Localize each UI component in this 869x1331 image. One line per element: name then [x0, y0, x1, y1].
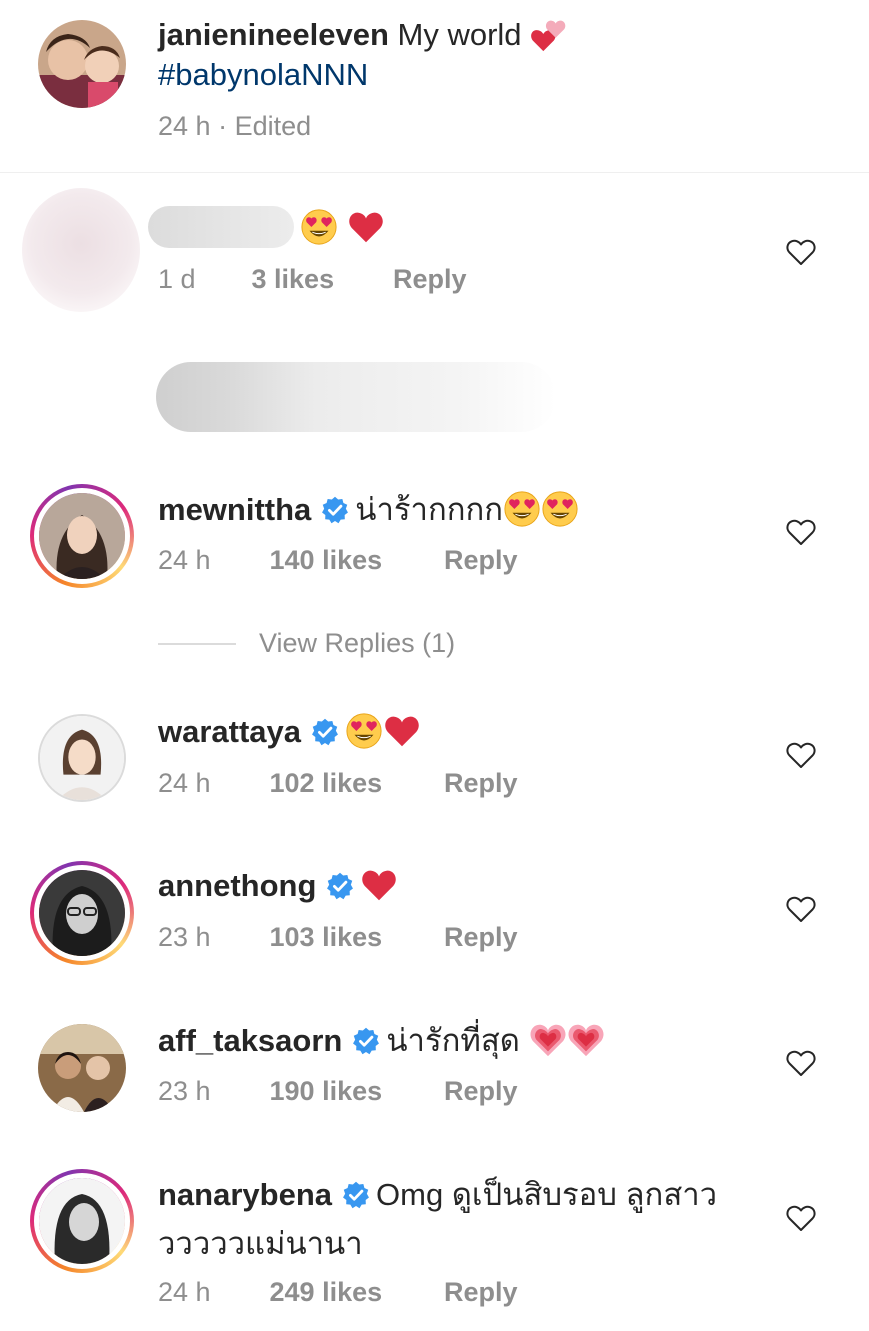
- reply-button[interactable]: Reply: [444, 922, 518, 953]
- red-heart-icon: [347, 208, 385, 246]
- comment-time: 24 h: [158, 545, 211, 575]
- caption-username[interactable]: janienineeleven: [158, 17, 389, 52]
- comment-meta: 23 h 103 likes Reply: [158, 922, 518, 953]
- comment-time: 1 d: [158, 264, 196, 294]
- likes-count[interactable]: 3 likes: [252, 264, 386, 295]
- profile-photo: [39, 493, 125, 579]
- caption-time: 24 h: [158, 111, 211, 141]
- growing-heart-icon: [567, 1021, 605, 1059]
- blurred-reply: [156, 362, 556, 432]
- comment-meta: 24 h 102 likes Reply: [158, 768, 518, 799]
- likes-count[interactable]: 103 likes: [270, 922, 437, 953]
- hashtag-link[interactable]: #babynolaNNN: [158, 57, 368, 92]
- avatar-story-ring[interactable]: [30, 861, 134, 965]
- comment-line: nanarybena Omg ดูเป็นสิบรอบ ลูกสาว: [158, 1175, 717, 1215]
- like-heart-icon[interactable]: [785, 894, 817, 924]
- avatar[interactable]: [38, 1024, 126, 1112]
- comment-meta: 24 h 140 likes Reply: [158, 545, 518, 576]
- reply-button[interactable]: Reply: [444, 1076, 518, 1107]
- likes-count[interactable]: 249 likes: [270, 1277, 437, 1308]
- caption-text: My world: [397, 17, 522, 52]
- comment-username[interactable]: annethong: [158, 868, 316, 903]
- profile-photo: [38, 20, 126, 108]
- comment-text: Omg ดูเป็นสิบรอบ ลูกสาว: [376, 1177, 718, 1212]
- blurred-avatar: [22, 188, 140, 312]
- avatar-story-ring[interactable]: [30, 1169, 134, 1273]
- comment-text: น่าร้ากกกก: [355, 492, 504, 527]
- heart-eyes-icon: [300, 208, 338, 246]
- profile-photo: [38, 1024, 126, 1112]
- comment-line-2: วววววแม่นานา: [158, 1224, 363, 1264]
- comment-username[interactable]: mewnittha: [158, 492, 311, 527]
- comment-line: aff_taksaorn น่ารักที่สุด: [158, 1021, 605, 1061]
- verified-badge-icon: [342, 1181, 370, 1209]
- heart-eyes-icon: [541, 490, 579, 528]
- growing-heart-icon: [529, 1021, 567, 1059]
- verified-badge-icon: [352, 1027, 380, 1055]
- avatar[interactable]: [38, 20, 126, 108]
- comment-meta: 1 d 3 likes Reply: [158, 264, 467, 295]
- comment-username[interactable]: warattaya: [158, 714, 301, 749]
- likes-count[interactable]: 102 likes: [270, 768, 437, 799]
- verified-badge-icon: [321, 496, 349, 524]
- view-replies-line: [158, 643, 236, 645]
- comment-username[interactable]: aff_taksaorn: [158, 1023, 342, 1058]
- two-hearts-icon: [530, 15, 568, 53]
- caption-meta: 24 h · Edited: [158, 111, 311, 142]
- like-heart-icon[interactable]: [785, 1048, 817, 1078]
- heart-eyes-icon: [345, 712, 383, 750]
- comment-text: น่ารักที่สุด: [386, 1023, 520, 1058]
- like-heart-icon[interactable]: [785, 237, 817, 267]
- comment-line: [300, 208, 385, 248]
- like-heart-icon[interactable]: [785, 1203, 817, 1233]
- red-heart-icon: [383, 712, 421, 750]
- comment-time: 23 h: [158, 1076, 211, 1106]
- avatar-story-ring[interactable]: [30, 484, 134, 588]
- reply-button[interactable]: Reply: [393, 264, 467, 295]
- comment-username[interactable]: nanarybena: [158, 1177, 332, 1212]
- blurred-username: [148, 206, 294, 248]
- reply-button[interactable]: Reply: [444, 768, 518, 799]
- avatar[interactable]: [38, 714, 126, 802]
- verified-badge-icon: [311, 718, 339, 746]
- reply-button[interactable]: Reply: [444, 1277, 518, 1308]
- profile-photo: [39, 1178, 125, 1264]
- comment-meta: 23 h 190 likes Reply: [158, 1076, 518, 1107]
- comment-text-continued: วววววแม่นานา: [158, 1226, 363, 1261]
- caption-line: janienineeleven My world: [158, 15, 568, 55]
- caption-hashtag-line: #babynolaNNN: [158, 55, 368, 95]
- edited-label: · Edited: [218, 111, 312, 141]
- comment-time: 24 h: [158, 768, 211, 798]
- likes-count[interactable]: 140 likes: [270, 545, 437, 576]
- divider: [0, 172, 869, 173]
- red-heart-icon: [360, 866, 398, 904]
- comment-time: 23 h: [158, 922, 211, 952]
- profile-photo: [39, 870, 125, 956]
- like-heart-icon[interactable]: [785, 517, 817, 547]
- verified-badge-icon: [326, 872, 354, 900]
- heart-eyes-icon: [503, 490, 541, 528]
- comment-time: 24 h: [158, 1277, 211, 1307]
- comment-line: mewnittha น่าร้ากกกก: [158, 490, 579, 530]
- comment-meta: 24 h 249 likes Reply: [158, 1277, 518, 1308]
- reply-button[interactable]: Reply: [444, 545, 518, 576]
- likes-count[interactable]: 190 likes: [270, 1076, 437, 1107]
- like-heart-icon[interactable]: [785, 740, 817, 770]
- view-replies-button[interactable]: View Replies (1): [259, 628, 455, 659]
- comment-line: annethong: [158, 866, 398, 906]
- profile-photo: [40, 716, 124, 800]
- comment-line: warattaya: [158, 712, 421, 752]
